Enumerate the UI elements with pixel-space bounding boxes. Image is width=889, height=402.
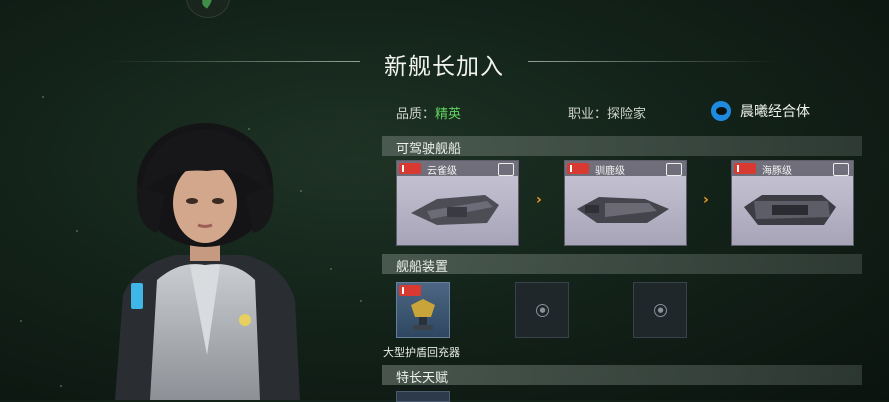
quality-label: 品质：: [396, 107, 436, 122]
faction-icon: [711, 101, 731, 121]
top-emblem-icon: [186, 0, 230, 18]
ship-card-1[interactable]: 云雀级: [396, 160, 519, 246]
section-equipment-header: 舰船装置: [382, 254, 862, 275]
lock-icon: ●: [654, 304, 667, 317]
faction-name: 晨曦经合体: [740, 104, 810, 120]
shield-device-icon: [411, 299, 435, 330]
ship-card-2[interactable]: 驯鹿级: [564, 160, 687, 246]
section-ships-header: 可驾驶舰船: [382, 136, 862, 157]
ship-name: 云雀级: [427, 166, 457, 177]
title-divider-right: [528, 61, 778, 62]
arrow-right-icon: ›: [536, 192, 542, 208]
rank-badge-icon: [734, 163, 756, 174]
ship-name: 驯鹿级: [595, 166, 625, 177]
rank-badge-icon: [399, 163, 421, 174]
section-talents-label: 特长天赋: [396, 371, 449, 386]
rank-badge-icon: [567, 163, 589, 174]
section-equipment-label: 舰船装置: [396, 260, 449, 275]
ship-tag-icon: [666, 163, 682, 176]
equipment-slot-3[interactable]: ●: [633, 282, 687, 338]
quality-value: 精英: [435, 107, 462, 122]
job-label: 职业：: [568, 107, 608, 122]
captain-portrait: [115, 123, 300, 400]
page-title: 新舰长加入: [384, 54, 504, 80]
arrow-right-icon: ›: [703, 192, 709, 208]
title-divider-left: [110, 61, 360, 62]
ship-image: [744, 195, 836, 225]
title-row: 新舰长加入: [0, 44, 889, 80]
rank-badge-icon: [399, 285, 421, 296]
ship-tag-icon: [833, 163, 849, 176]
job-info: 职业：探险家: [568, 103, 646, 122]
section-ships-label: 可驾驶舰船: [396, 142, 462, 157]
equipment-name: 大型护盾回充器: [383, 346, 460, 359]
section-talents-header: 特长天赋: [382, 365, 862, 386]
ship-card-3[interactable]: 海豚级: [731, 160, 854, 246]
quality-info: 品质：精英: [396, 103, 461, 122]
equipment-slot-2[interactable]: ●: [515, 282, 569, 338]
equipment-slot-1[interactable]: [396, 282, 450, 338]
ship-tag-icon: [498, 163, 514, 176]
ship-image: [411, 195, 499, 225]
lock-icon: ●: [536, 304, 549, 317]
ship-name: 海豚级: [762, 166, 792, 177]
faction-info: 晨曦经合体: [711, 101, 810, 121]
job-value: 探险家: [607, 107, 647, 122]
ship-image: [577, 197, 669, 223]
talent-slot-1[interactable]: [396, 391, 450, 402]
